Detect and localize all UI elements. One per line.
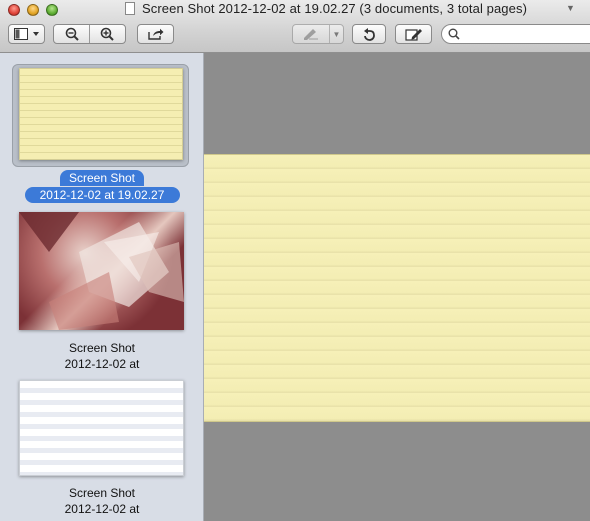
zoom-button-group [53,24,126,44]
sidebar-toggle-button[interactable] [8,24,45,44]
minimize-window-button[interactable] [27,4,39,16]
chevron-down-icon[interactable]: ▼ [330,25,343,43]
window-toolbar: Screen Shot 2012-12-02 at 19.02.27 (3 do… [0,0,590,53]
document-label-2-line1: Screen Shot [68,341,136,355]
close-window-button[interactable] [8,4,20,16]
document-label-1-line1: Screen Shot [59,170,145,186]
rotate-button[interactable] [352,24,386,44]
window-title: Screen Shot 2012-12-02 at 19.02.27 (3 do… [142,1,527,16]
document-label-2-line2: 2012-12-02 at [64,357,140,371]
document-page[interactable] [204,154,590,422]
search-field[interactable] [441,24,590,44]
document-label-1[interactable]: Screen Shot 2012-12-02 at 19.02.27 [0,169,204,203]
document-viewer[interactable] [204,53,590,521]
markup-icon [304,29,318,40]
annotate-icon [404,28,422,41]
zoom-in-icon [101,27,115,41]
document-label-3[interactable]: Screen Shot 2012-12-02 at [0,485,204,517]
chevron-down-icon[interactable]: ▼ [566,3,575,13]
document-label-3-line2: 2012-12-02 at [64,502,140,516]
document-label-2[interactable]: Screen Shot 2012-12-02 at [0,340,204,372]
rotate-icon [364,28,375,41]
document-label-3-line1: Screen Shot [68,486,136,500]
search-icon [448,28,460,40]
share-icon [147,28,163,40]
document-label-1-line2: 2012-12-02 at 19.02.27 [24,187,180,203]
thumbnail-sidebar[interactable]: Screen Shot 2012-12-02 at 19.02.27 Scree… [0,53,204,521]
zoom-out-button[interactable] [54,25,89,43]
document-thumbnail-3[interactable] [19,380,184,476]
share-button[interactable] [137,24,174,44]
sidebar-toggle-icon [13,28,39,40]
document-thumbnail-1[interactable] [19,68,183,160]
zoom-out-icon [65,27,79,41]
markup-button-group: ▼ [292,24,344,44]
annotate-button[interactable] [395,24,432,44]
document-proxy-icon[interactable] [125,2,135,15]
zoom-in-button[interactable] [90,25,125,43]
markup-button[interactable] [293,25,329,43]
abstract-image-thumbnail [19,212,184,330]
zoom-window-button[interactable] [46,4,58,16]
document-thumbnail-2[interactable] [19,212,184,330]
